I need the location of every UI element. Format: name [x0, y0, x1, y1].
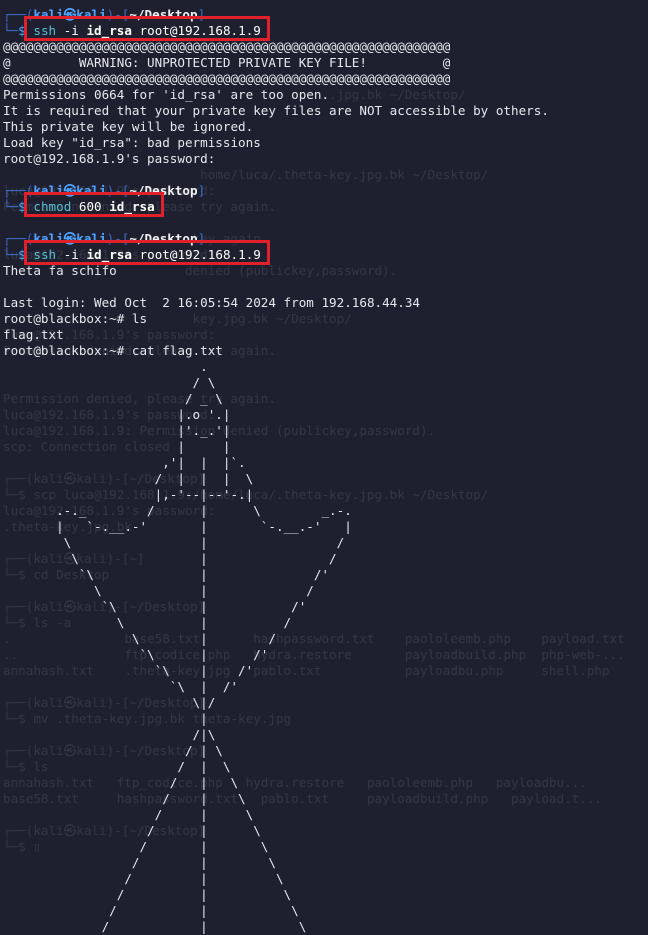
output-line: / | \	[3, 919, 307, 934]
output-line: \ | /	[3, 535, 345, 550]
output-line: / | \	[3, 775, 239, 790]
output-line: @@@@@@@@@@@@@@@@@@@@@@@@@@@@@@@@@@@@@@@@…	[3, 39, 451, 54]
prompt-corner-bottom: └─	[3, 199, 19, 214]
output-line: This private key will be ignored.	[3, 119, 254, 134]
output-line: / | \	[3, 791, 246, 806]
output-line: / | \	[3, 743, 223, 758]
highlight-box	[24, 192, 164, 217]
output-line: | |	[3, 439, 231, 454]
output-line: / | | | \	[3, 471, 254, 486]
output-line: \ | /	[3, 551, 337, 566]
output-line: ,'| | |`.	[3, 455, 246, 470]
output-line: flag.txt	[3, 327, 64, 342]
output-line: .-._ / | \ _.-.	[3, 503, 352, 518]
output-line: | `-.__.-' | `-.__.-' |	[3, 519, 352, 534]
output-line: `\ | /'	[3, 663, 254, 678]
highlight-box	[24, 240, 270, 265]
output-line: @ WARNING: UNPROTECTED PRIVATE KEY FILE!…	[3, 55, 451, 70]
output-line: |	[3, 711, 208, 726]
output-line: It is required that your private key fil…	[3, 103, 549, 118]
output-line: `\ | /'	[3, 599, 307, 614]
output-line: / _ \	[3, 391, 223, 406]
output-line: root@blackbox:~# ls	[3, 311, 148, 326]
output-line: `\ | /'	[3, 679, 239, 694]
output-line: \ | /	[3, 615, 292, 630]
output-line: `\ | /'	[3, 647, 269, 662]
output-line: |.o '.|	[3, 407, 231, 422]
scrollback-line: home/luca/.theta-key.jpg.bk ~/Desktop/	[3, 167, 489, 182]
output-line: root@blackbox:~# cat flag.txt	[3, 343, 223, 358]
prompt-corner-bottom: └─	[3, 23, 19, 38]
output-line: |'._.'|	[3, 423, 231, 438]
output-line: /|\	[3, 727, 216, 742]
output-line: \ | /	[3, 631, 276, 646]
prompt-bracket-close: ]	[197, 183, 206, 198]
output-line: / | \	[3, 855, 276, 870]
output-line: Theta fa schifo	[3, 263, 117, 278]
output-line: |,-'--|--'-.|	[3, 487, 254, 502]
output-line: / | \	[3, 839, 269, 854]
output-line: \ | /	[3, 583, 314, 598]
output-line: / \	[3, 375, 216, 390]
output-line: Load key "id_rsa": bad permissions	[3, 135, 261, 150]
terminal-window[interactable]: .jpg.bk ~/Desktop/ home/luca/.theta-key.…	[0, 0, 648, 934]
output-line: root@192.168.1.9's password:	[3, 151, 216, 166]
prompt-corner-bottom: └─	[3, 247, 19, 262]
output-line: / | \	[3, 903, 299, 918]
output-line: / | \	[3, 807, 254, 822]
output-line: / | \	[3, 759, 231, 774]
highlight-box	[24, 16, 270, 41]
output-line: / | \	[3, 887, 292, 902]
output-line: `\ | /'	[3, 567, 330, 582]
output-line: Last login: Wed Oct 2 16:05:54 2024 from…	[3, 295, 421, 310]
output-line: / | \	[3, 871, 284, 886]
output-line: .	[3, 359, 208, 374]
output-line: @@@@@@@@@@@@@@@@@@@@@@@@@@@@@@@@@@@@@@@@…	[3, 71, 451, 86]
output-line: / | \	[3, 823, 261, 838]
output-line: \|/	[3, 695, 216, 710]
output-line: Permissions 0664 for 'id_rsa' are too op…	[3, 87, 330, 102]
